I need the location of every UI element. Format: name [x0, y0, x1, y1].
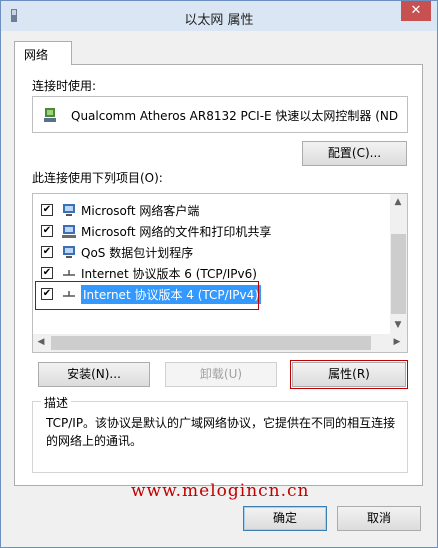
- qos-scheduler-icon: [63, 246, 75, 258]
- tab-label: 网络: [24, 48, 49, 62]
- scroll-right-icon[interactable]: ▶: [389, 337, 405, 347]
- connect-using-label: 连接时使用:: [32, 79, 97, 93]
- ok-button[interactable]: 确定: [243, 506, 327, 531]
- configure-button[interactable]: 配置(C)...: [302, 141, 407, 166]
- checkbox[interactable]: ✔: [41, 246, 53, 258]
- list-item-label: Microsoft 网络客户端: [81, 204, 200, 218]
- network-adapter-icon: [44, 108, 56, 122]
- adapter-box: Qualcomm Atheros AR8132 PCI-E 快速以太网控制器 (…: [32, 96, 408, 133]
- description-text: TCP/IP。该协议是默认的广域网络协议，它提供在不同的相互连接的网络上的通讯。: [46, 416, 396, 448]
- items-label: 此连接使用下列项目(O):: [32, 171, 163, 185]
- tab-network[interactable]: 网络: [14, 41, 72, 65]
- install-button[interactable]: 安装(N)...: [38, 362, 150, 387]
- list-item[interactable]: ✔ QoS 数据包计划程序: [37, 242, 389, 262]
- vertical-scrollbar[interactable]: ▲ ▼: [390, 194, 407, 334]
- highlight-frame: [35, 281, 259, 310]
- scroll-up-icon[interactable]: ▲: [390, 197, 406, 207]
- title-bar[interactable]: 以太网 属性 ✕: [1, 1, 437, 31]
- adapter-name: Qualcomm Atheros AR8132 PCI-E 快速以太网控制器 (…: [71, 109, 399, 123]
- list-item[interactable]: ✔ Microsoft 网络客户端: [37, 200, 389, 220]
- properties-dialog: 以太网 属性 ✕ 网络 连接时使用: Qualcomm Atheros AR81…: [0, 0, 438, 548]
- scroll-left-icon[interactable]: ◀: [33, 337, 49, 347]
- description-title: 描述: [41, 394, 72, 411]
- close-button[interactable]: ✕: [401, 1, 431, 21]
- properties-button[interactable]: 属性(R): [290, 360, 408, 389]
- uninstall-button[interactable]: 卸载(U): [165, 362, 277, 387]
- list-item-label: Internet 协议版本 6 (TCP/IPv6): [81, 267, 257, 281]
- scroll-down-icon[interactable]: ▼: [390, 320, 406, 330]
- cancel-button[interactable]: 取消: [337, 506, 421, 531]
- list-item[interactable]: ✔ Microsoft 网络的文件和打印机共享: [37, 221, 389, 241]
- file-printer-sharing-icon: [62, 225, 76, 238]
- list-item[interactable]: ✔ Internet 协议版本 6 (TCP/IPv6): [37, 263, 389, 283]
- checkbox[interactable]: ✔: [41, 204, 53, 216]
- checkbox[interactable]: ✔: [41, 225, 53, 237]
- protocol-icon: [63, 270, 75, 276]
- watermark: www.melogincn.cn: [131, 481, 310, 501]
- network-client-icon: [63, 204, 75, 216]
- list-item-label: QoS 数据包计划程序: [81, 246, 194, 260]
- checkbox[interactable]: ✔: [41, 267, 53, 279]
- scrollbar-thumb[interactable]: [51, 336, 371, 350]
- window-title: 以太网 属性: [184, 13, 254, 28]
- scrollbar-thumb[interactable]: [391, 234, 406, 314]
- list-item-label: Microsoft 网络的文件和打印机共享: [81, 225, 272, 239]
- components-list[interactable]: ✔ Microsoft 网络客户端 ✔ Microsoft 网络的文件和打印机共…: [32, 193, 408, 353]
- horizontal-scrollbar[interactable]: ◀ ▶: [33, 334, 407, 352]
